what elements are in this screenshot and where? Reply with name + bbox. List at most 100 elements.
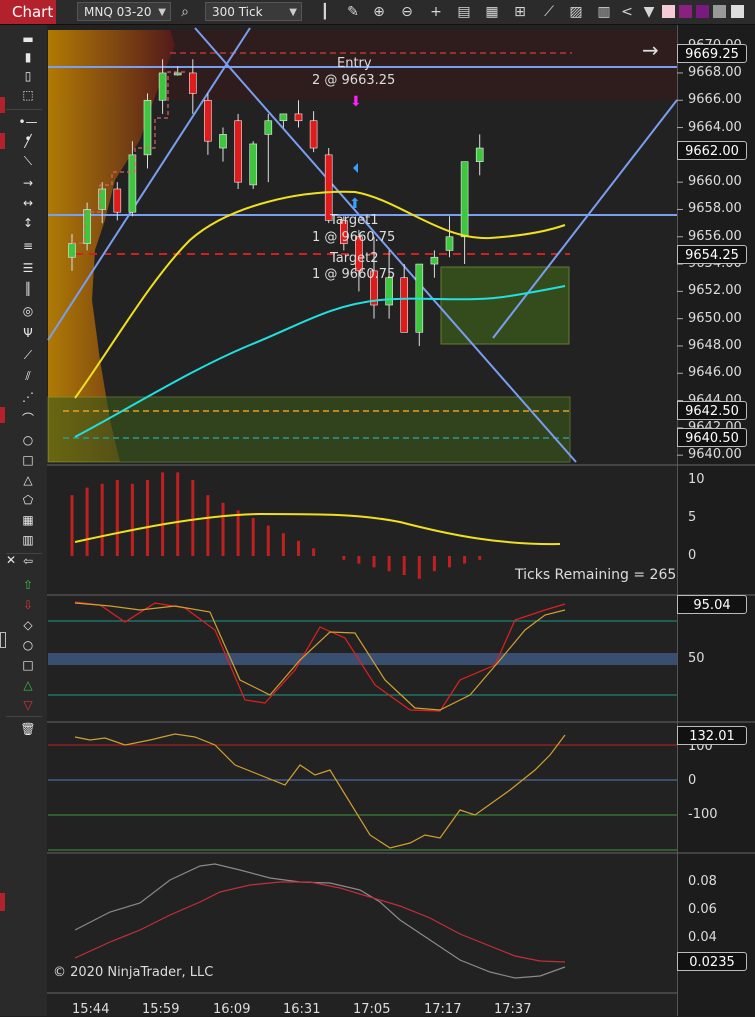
candle-body — [204, 99, 212, 142]
price-tick: 9650.00 — [688, 310, 742, 326]
target2-detail: 1 @ 9660.75 — [312, 267, 396, 282]
candle-body — [249, 143, 257, 186]
candle-body — [324, 154, 333, 221]
volume-bar — [448, 556, 451, 568]
volume-bar — [85, 487, 89, 556]
volume-bar — [463, 556, 467, 564]
stoch-value-box: 95.04 — [677, 595, 747, 614]
volume-bar — [251, 518, 255, 556]
price-tick: 9652.00 — [688, 283, 742, 299]
ticks-remaining-label: Ticks Remaining = 265 — [515, 567, 677, 583]
target2-label: Target2 — [330, 251, 379, 266]
osc-tick: 0.08 — [688, 874, 717, 889]
volume-bar — [266, 525, 270, 556]
volume-bar — [297, 540, 300, 556]
support-zone-box — [47, 396, 571, 463]
price-box-level: 9642.50 — [677, 401, 747, 420]
price-tick: 9656.00 — [688, 228, 742, 244]
entry-arrow-icon: ⬇ — [350, 94, 362, 110]
volume-tick: 5 — [688, 510, 697, 525]
volume-bar — [281, 533, 285, 556]
price-tick: 9658.00 — [688, 201, 742, 217]
candle-body — [294, 113, 303, 122]
scroll-right-icon[interactable]: → — [642, 38, 659, 62]
candle-body — [189, 72, 197, 94]
volume-bar — [176, 472, 180, 556]
volume-bar — [402, 556, 406, 575]
target-arrow-icon: ⬆ — [349, 196, 361, 212]
candle-body — [460, 161, 469, 238]
volume-bar — [115, 480, 119, 556]
price-box-last: 9662.00 — [677, 141, 747, 160]
candle-body — [400, 277, 409, 333]
volume-bar — [191, 480, 195, 556]
time-label: 16:09 — [213, 1002, 251, 1017]
cci-value-box: 132.01 — [677, 726, 747, 745]
entry-label: Entry — [337, 56, 372, 71]
copyright-label: © 2020 NinjaTrader, LLC — [53, 965, 214, 980]
price-tick: 9646.00 — [688, 365, 742, 381]
candle-body — [279, 113, 288, 122]
candle-body — [475, 147, 484, 162]
time-label: 15:59 — [142, 1002, 180, 1017]
candle-body — [158, 72, 167, 101]
volume-bar — [146, 480, 149, 556]
time-label: 17:05 — [353, 1002, 391, 1017]
osc-tick: 0.06 — [688, 902, 717, 917]
time-label: 17:37 — [494, 1002, 532, 1017]
time-label: 15:44 — [72, 1002, 110, 1017]
candle-body — [430, 256, 439, 265]
osc-value-box: 0.0235 — [677, 952, 747, 971]
oscillator-slow-line — [74, 881, 566, 963]
volume-bar — [70, 495, 74, 556]
volume-bar — [312, 548, 316, 556]
stoch-tick: 50 — [688, 651, 705, 666]
volume-bar — [130, 483, 134, 556]
price-box-level: 9640.50 — [677, 428, 747, 447]
price-tick: 9660.00 — [688, 174, 742, 190]
volume-bar — [432, 556, 436, 572]
volume-bar — [357, 556, 361, 564]
time-label: 17:17 — [424, 1002, 462, 1017]
candle-body — [219, 134, 227, 149]
volume-bar — [387, 556, 391, 572]
target1-detail: 1 @ 9660.75 — [312, 230, 396, 245]
volume-bar — [236, 510, 240, 556]
price-tick: 9664.00 — [688, 119, 742, 135]
price-box-current: 9669.25 — [677, 44, 747, 63]
candle-body — [68, 243, 76, 258]
candle-body — [113, 188, 122, 213]
osc-tick: 0.04 — [688, 930, 717, 945]
entry-detail: 2 @ 9663.25 — [312, 73, 396, 88]
candle-body — [234, 120, 242, 183]
oscillator-fast-line — [74, 863, 566, 979]
volume-bar — [161, 472, 165, 556]
time-label: 16:31 — [283, 1002, 321, 1017]
chart-canvas[interactable]: ⬇⬆ — [0, 0, 755, 1016]
price-tick: 9640.00 — [688, 447, 742, 463]
volume-bar — [417, 556, 421, 579]
candle-body — [143, 99, 152, 156]
volume-bar — [221, 502, 225, 556]
volume-bar — [342, 556, 346, 560]
volume-tick: 10 — [688, 472, 705, 487]
stoch-mid-band — [48, 653, 677, 665]
volume-tick: 0 — [688, 548, 697, 563]
candle-body — [445, 236, 454, 251]
price-tick: 9668.00 — [688, 64, 742, 80]
cci-tick: 0 — [688, 773, 697, 788]
target1-label: Target1 — [330, 213, 379, 228]
cci-line — [74, 733, 566, 849]
volume-bar — [100, 483, 104, 556]
price-box-stop: 9654.25 — [677, 245, 747, 264]
volume-bar — [478, 556, 482, 560]
target-zone-box — [440, 266, 570, 345]
candle-body — [264, 120, 273, 135]
trend-line — [492, 99, 678, 339]
price-tick: 9666.00 — [688, 92, 742, 108]
candle-body — [173, 72, 182, 76]
cci-tick: -100 — [688, 807, 718, 822]
volume-bar — [206, 495, 210, 556]
fill-marker — [353, 163, 358, 173]
price-tick: 9648.00 — [688, 337, 742, 353]
